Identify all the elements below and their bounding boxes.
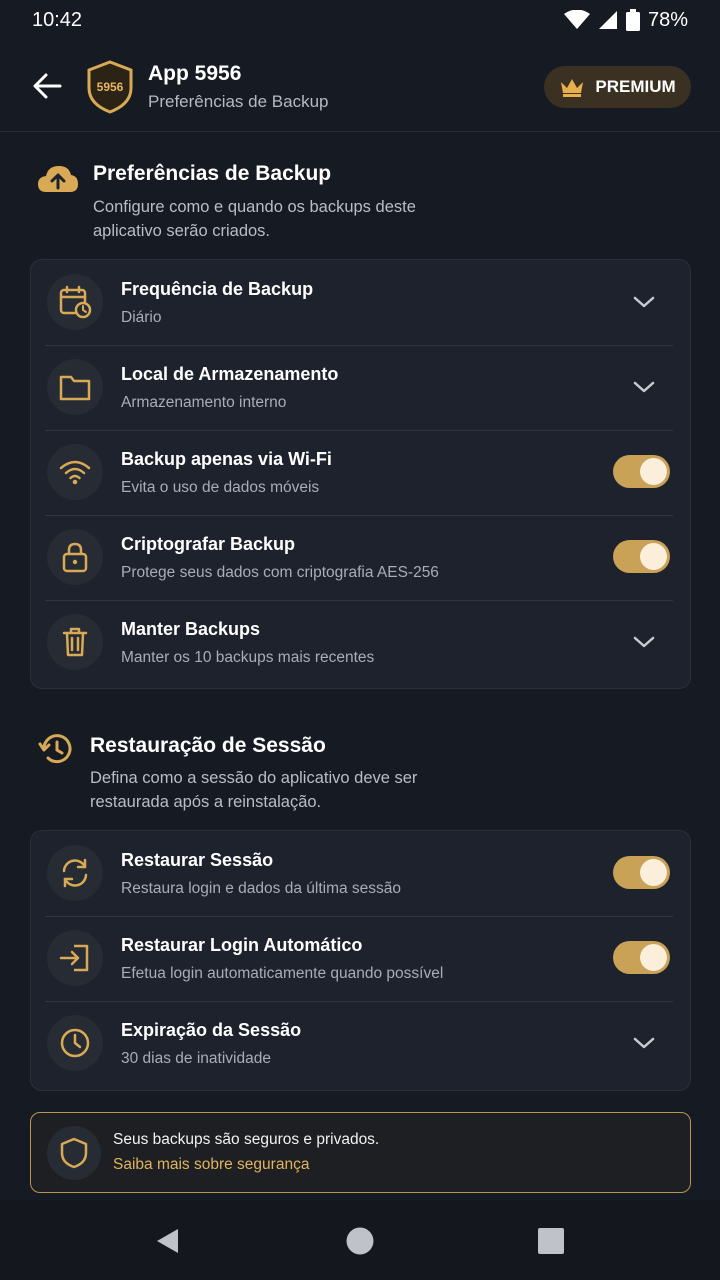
- security-note-text: Seus backups são seguros e privados.: [113, 1131, 380, 1148]
- auto-login-toggle[interactable]: [613, 941, 670, 974]
- chevron-down-icon[interactable]: [632, 632, 656, 652]
- toggle-knob: [640, 944, 667, 971]
- row-title: Expiração da Sessão: [121, 1020, 302, 1040]
- row-title: Backup apenas via Wi-Fi: [121, 449, 332, 469]
- row-title: Restaurar Login Automático: [121, 935, 363, 955]
- row-value: Manter os 10 backups mais recentes: [121, 649, 375, 666]
- session-section-title: Restauração de Sessão: [90, 734, 326, 757]
- app-shield-logo: 5956: [87, 60, 133, 114]
- setting-encrypt-backup[interactable]: Criptografar Backup Protege seus dados c…: [31, 515, 690, 600]
- setting-wifi-only[interactable]: Backup apenas via Wi-Fi Evita o uso de d…: [31, 430, 690, 515]
- history-icon: [38, 734, 72, 764]
- status-time: 10:42: [32, 8, 83, 31]
- setting-storage-location[interactable]: Local de Armazenamento Armazenamento int…: [31, 345, 690, 430]
- setting-session-expiration[interactable]: Expiração da Sessão 30 dias de inativida…: [31, 1001, 690, 1086]
- row-title: Restaurar Sessão: [121, 850, 274, 870]
- info-icon-circle: [47, 1126, 101, 1180]
- status-icons: 78%: [563, 8, 688, 32]
- crown-icon: [561, 79, 584, 97]
- row-title: Local de Armazenamento: [121, 364, 339, 384]
- security-learn-more-link[interactable]: Saiba mais sobre segurança: [113, 1156, 309, 1174]
- folder-icon: [59, 375, 91, 401]
- app-badge-text: 5956: [97, 80, 124, 94]
- row-icon-circle: [47, 529, 103, 585]
- nav-back-icon[interactable]: [153, 1226, 183, 1256]
- clock-icon: [60, 1028, 90, 1058]
- security-info-box: Seus backups são seguros e privados. Sai…: [30, 1112, 691, 1193]
- restore-session-toggle[interactable]: [613, 856, 670, 889]
- setting-backup-frequency[interactable]: Frequência de Backup Diário: [31, 260, 690, 345]
- nav-home-icon[interactable]: [345, 1226, 375, 1256]
- row-value: Diário: [121, 309, 162, 326]
- row-icon-circle: [47, 444, 103, 500]
- row-description: Efetua login automaticamente quando poss…: [121, 965, 444, 982]
- row-icon-circle: [47, 614, 103, 670]
- chevron-down-icon[interactable]: [632, 292, 656, 312]
- session-settings-card: Restaurar Sessão Restaura login e dados …: [30, 830, 691, 1091]
- wifi-icon: [59, 460, 91, 485]
- row-icon-circle: [47, 274, 103, 330]
- backup-section-title: Preferências de Backup: [93, 162, 332, 185]
- page-subtitle: Preferências de Backup: [148, 92, 329, 111]
- toggle-knob: [640, 859, 667, 886]
- cloud-upload-icon: [38, 166, 78, 192]
- row-title: Manter Backups: [121, 619, 261, 639]
- shield-icon: [60, 1137, 88, 1169]
- back-arrow-icon[interactable]: [30, 70, 66, 102]
- system-nav-bar: [0, 1200, 720, 1280]
- toggle-knob: [640, 458, 667, 485]
- refresh-icon: [62, 858, 88, 888]
- premium-label: PREMIUM: [595, 77, 676, 96]
- wifi-only-toggle[interactable]: [613, 455, 670, 488]
- row-value: 30 dias de inatividade: [121, 1050, 271, 1067]
- wifi-signal-icon: [563, 10, 590, 29]
- row-icon-circle: [47, 930, 103, 986]
- chevron-down-icon[interactable]: [632, 1033, 656, 1053]
- setting-restore-session[interactable]: Restaurar Sessão Restaura login e dados …: [31, 831, 690, 916]
- premium-button[interactable]: PREMIUM: [544, 66, 691, 108]
- calendar-clock-icon: [59, 285, 92, 319]
- toggle-knob: [640, 543, 667, 570]
- status-bar: 10:42 78%: [0, 0, 720, 40]
- setting-keep-backups[interactable]: Manter Backups Manter os 10 backups mais…: [31, 600, 690, 685]
- trash-icon: [62, 627, 88, 657]
- backup-settings-card: Frequência de Backup Diário Local de Arm…: [30, 259, 691, 689]
- session-section-description: Defina como a sessão do aplicativo deve …: [90, 769, 418, 811]
- backup-section-description: Configure como e quando os backups deste…: [93, 198, 416, 240]
- app-header: 5956 App 5956 Preferências de Backup PRE…: [0, 40, 720, 132]
- row-title: Frequência de Backup: [121, 279, 314, 299]
- cell-signal-icon: [598, 11, 617, 29]
- battery-icon: [625, 9, 640, 31]
- chevron-down-icon[interactable]: [632, 377, 656, 397]
- login-icon: [59, 944, 89, 972]
- row-icon-circle: [47, 845, 103, 901]
- row-description: Restaura login e dados da última sessão: [121, 880, 402, 897]
- row-title: Criptografar Backup: [121, 534, 296, 554]
- setting-auto-login[interactable]: Restaurar Login Automático Efetua login …: [31, 916, 690, 1001]
- battery-level: 78%: [647, 8, 688, 31]
- row-value: Armazenamento interno: [121, 394, 287, 411]
- row-icon-circle: [47, 359, 103, 415]
- lock-icon: [62, 542, 88, 573]
- row-description: Evita o uso de dados móveis: [121, 479, 320, 496]
- row-icon-circle: [47, 1015, 103, 1071]
- row-description: Protege seus dados com criptografia AES-…: [121, 564, 439, 581]
- encrypt-backup-toggle[interactable]: [613, 540, 670, 573]
- nav-recents-icon[interactable]: [536, 1226, 566, 1256]
- app-title: App 5956: [148, 62, 242, 85]
